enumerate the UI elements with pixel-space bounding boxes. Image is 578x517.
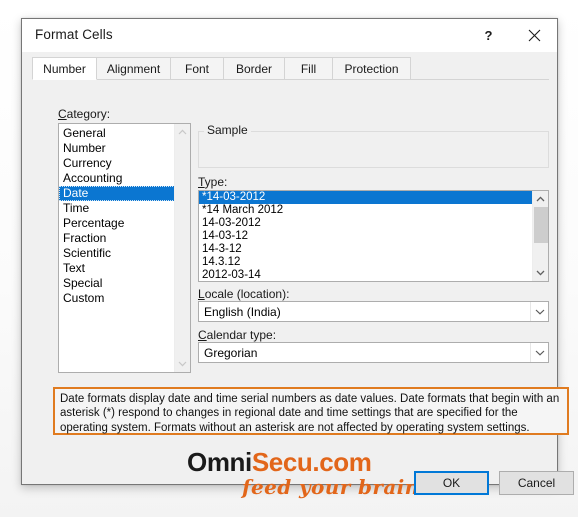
- calendar-accel: C: [198, 328, 207, 342]
- scroll-up-button[interactable]: [533, 191, 548, 207]
- type-item[interactable]: *14-03-2012: [199, 191, 533, 204]
- category-item[interactable]: Fraction: [59, 231, 175, 246]
- category-item[interactable]: Time: [59, 201, 175, 216]
- dialog-title: Format Cells: [35, 27, 113, 42]
- locale-value: English (India): [204, 304, 281, 319]
- description-text: Date formats display date and time seria…: [60, 393, 560, 434]
- close-button[interactable]: [512, 19, 557, 51]
- type-list[interactable]: *14-03-2012 *14 March 2012 14-03-2012 14-03…: [199, 191, 533, 281]
- chevron-down-icon: [178, 361, 187, 367]
- locale-combobox[interactable]: English (India): [198, 301, 549, 322]
- chevron-up-icon: [536, 196, 545, 202]
- type-item[interactable]: 14.3.12: [199, 256, 533, 269]
- type-label-rest: ype:: [204, 175, 228, 189]
- watermark-brand-part2: Secu.com: [251, 447, 372, 477]
- watermark-brand-part1: Omni: [187, 447, 252, 477]
- scroll-down-button[interactable]: [533, 265, 548, 281]
- ok-button[interactable]: OK: [414, 471, 489, 495]
- chevron-down-icon: [535, 350, 544, 356]
- category-scrollbar[interactable]: [174, 124, 190, 372]
- watermark-brand: OmniSecu.com: [187, 447, 372, 478]
- tab-underline: [32, 79, 549, 80]
- locale-label: Locale (location):: [198, 287, 289, 301]
- category-item[interactable]: General: [59, 126, 175, 141]
- calendar-combobox[interactable]: Gregorian: [198, 342, 549, 363]
- type-item[interactable]: 14-03-12: [199, 230, 533, 243]
- chevron-down-icon: [535, 309, 544, 315]
- close-icon: [528, 29, 541, 41]
- category-listbox[interactable]: General Number Currency Accounting Date Time P…: [58, 123, 191, 373]
- category-item[interactable]: Currency: [59, 156, 175, 171]
- omnisecu-watermark: OmniSecu.com feed your brain: [187, 447, 437, 503]
- type-item[interactable]: *14 March 2012: [199, 204, 533, 217]
- type-label: Type:: [198, 175, 227, 189]
- category-item[interactable]: Percentage: [59, 216, 175, 231]
- question-mark-icon: ?: [484, 27, 493, 43]
- category-item[interactable]: Date: [59, 186, 175, 201]
- ok-button-label: OK: [442, 476, 461, 490]
- tab-fill[interactable]: Fill: [284, 57, 333, 80]
- tab-label: Border: [235, 61, 273, 76]
- category-item[interactable]: Custom: [59, 291, 175, 306]
- tab-border[interactable]: Border: [223, 57, 285, 80]
- tab-number[interactable]: Number: [32, 57, 97, 80]
- calendar-dropdown-button[interactable]: [530, 343, 548, 362]
- locale-dropdown-button[interactable]: [530, 302, 548, 321]
- locale-label-rest: ocale (location):: [204, 287, 290, 301]
- type-item[interactable]: 14-03-2012: [199, 217, 533, 230]
- watermark-tagline: feed your brain: [242, 475, 420, 499]
- chevron-down-icon: [536, 270, 545, 276]
- calendar-label: Calendar type:: [198, 328, 276, 342]
- sample-legend: Sample: [204, 123, 251, 137]
- type-listbox[interactable]: *14-03-2012 *14 March 2012 14-03-2012 14-03…: [198, 190, 549, 282]
- dialog-titlebar: Format Cells ?: [22, 19, 557, 52]
- category-item[interactable]: Text: [59, 261, 175, 276]
- category-item[interactable]: Number: [59, 141, 175, 156]
- scroll-track[interactable]: [533, 207, 548, 265]
- category-label-rest: ategory:: [66, 107, 111, 121]
- cancel-button[interactable]: Cancel: [499, 471, 574, 495]
- page-background: Format Cells ? Number Alignment Font Bor…: [0, 0, 578, 517]
- category-accel: C: [58, 107, 67, 121]
- tab-font[interactable]: Font: [170, 57, 224, 80]
- tab-label: Font: [184, 61, 209, 76]
- description-panel: Date formats display date and time seria…: [53, 387, 569, 435]
- tab-strip: Number Alignment Font Border Fill Protec…: [32, 57, 549, 80]
- type-scrollbar[interactable]: [532, 191, 548, 281]
- tab-label: Number: [43, 61, 86, 76]
- scroll-up-button[interactable]: [175, 124, 190, 140]
- scroll-down-button[interactable]: [175, 356, 190, 372]
- category-item[interactable]: Accounting: [59, 171, 175, 186]
- format-cells-dialog: Format Cells ? Number Alignment Font Bor…: [21, 18, 574, 499]
- tab-protection[interactable]: Protection: [332, 57, 411, 80]
- type-accel: T: [198, 175, 205, 189]
- category-item[interactable]: Scientific: [59, 246, 175, 261]
- category-item[interactable]: Special: [59, 276, 175, 291]
- calendar-label-rest: alendar type:: [206, 328, 277, 342]
- category-label: Category:: [58, 107, 110, 121]
- locale-accel: L: [198, 287, 205, 301]
- calendar-value: Gregorian: [204, 345, 258, 360]
- type-item[interactable]: 2012-03-14: [199, 269, 533, 281]
- type-item[interactable]: 14-3-12: [199, 243, 533, 256]
- tab-label: Protection: [344, 61, 399, 76]
- category-list[interactable]: General Number Currency Accounting Date Time P…: [59, 124, 175, 372]
- chevron-up-icon: [178, 129, 187, 135]
- tab-label: Alignment: [106, 61, 161, 76]
- help-button[interactable]: ?: [466, 19, 511, 51]
- scroll-track[interactable]: [175, 140, 190, 356]
- scroll-thumb[interactable]: [534, 207, 548, 243]
- tab-alignment[interactable]: Alignment: [96, 57, 171, 80]
- cancel-button-label: Cancel: [517, 476, 556, 490]
- tab-label: Fill: [300, 61, 317, 76]
